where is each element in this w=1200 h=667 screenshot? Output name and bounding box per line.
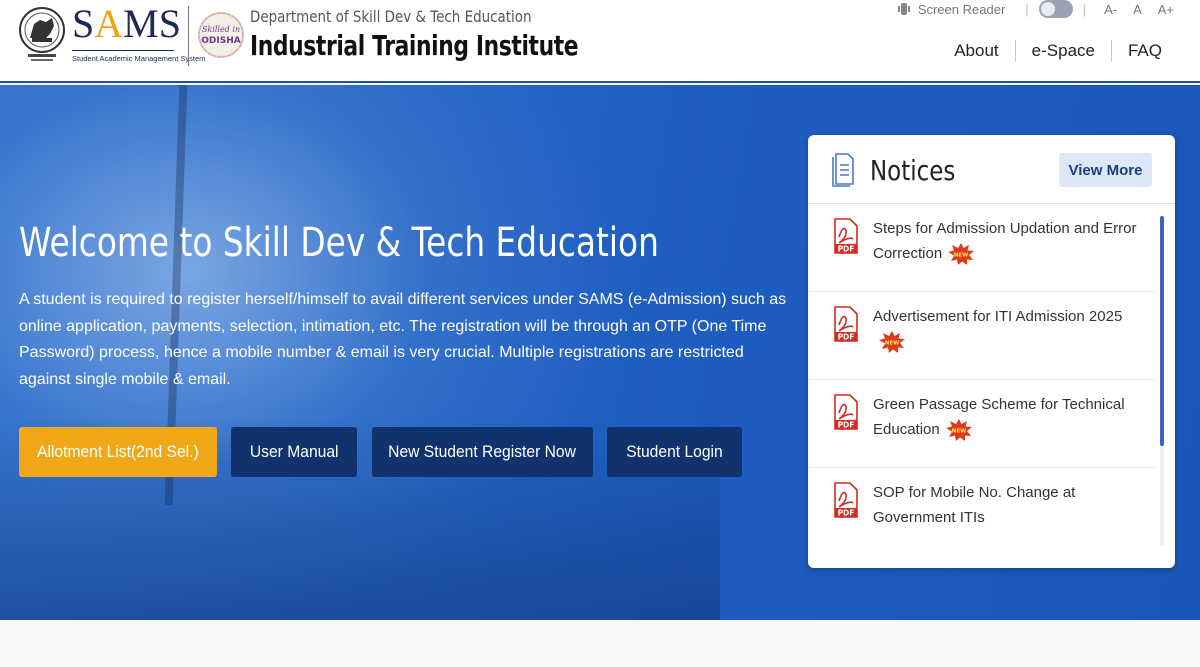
notices-panel: Notices View More PDF Steps for Admissio…: [808, 135, 1175, 568]
screen-reader-icon: [897, 3, 910, 15]
font-normal-button[interactable]: A: [1133, 2, 1142, 17]
new-badge-icon: NEW: [948, 243, 975, 266]
notice-title: Advertisement for ITI Admission 2025: [873, 308, 1123, 325]
svg-text:PDF: PDF: [838, 509, 855, 518]
notice-title: SOP for Mobile No. Change at Government …: [873, 484, 1076, 526]
header-divider: [188, 6, 189, 66]
svg-text:NEW: NEW: [885, 341, 899, 347]
scrollbar-thumb[interactable]: [1160, 216, 1164, 446]
accessibility-bar: Screen Reader | | A- A A+: [897, 0, 1182, 18]
nav-about[interactable]: About: [954, 41, 998, 61]
notice-item[interactable]: PDF Green Passage Scheme for Technical E…: [808, 380, 1158, 468]
svg-text:PDF: PDF: [838, 333, 855, 342]
svg-text:Skilled in: Skilled in: [202, 25, 240, 34]
view-more-button[interactable]: View More: [1059, 153, 1152, 187]
pdf-icon: PDF: [834, 394, 858, 430]
notices-title: Notices: [870, 154, 956, 187]
notice-title: Steps for Admission Updation and Error C…: [873, 220, 1137, 262]
font-decrease-button[interactable]: A-: [1104, 2, 1117, 17]
pdf-icon: PDF: [834, 306, 858, 342]
site-header: SAMS Student Academic Management System …: [0, 0, 1200, 83]
new-badge-icon: NEW: [879, 331, 905, 354]
nav-faq[interactable]: FAQ: [1128, 41, 1162, 61]
institute-name: Industrial Training Institute: [250, 29, 579, 62]
sams-logo: SAMS Student Academic Management System: [72, 1, 206, 63]
user-manual-button[interactable]: User Manual: [231, 427, 357, 477]
allotment-list-button[interactable]: Allotment List(2nd Sel.): [19, 427, 217, 477]
odisha-emblem-icon: [19, 7, 65, 61]
svg-text:PDF: PDF: [838, 245, 855, 254]
notice-item[interactable]: PDF SOP for Mobile No. Change at Governm…: [808, 468, 1158, 556]
font-increase-button[interactable]: A+: [1158, 2, 1174, 17]
main-nav: About e-Space FAQ: [954, 40, 1162, 62]
notice-item[interactable]: PDF Advertisement for ITI Admission 2025…: [808, 292, 1158, 380]
screen-reader-toggle[interactable]: [1038, 0, 1073, 18]
notice-list: PDF Steps for Admission Updation and Err…: [808, 204, 1158, 556]
svg-text:ODISHA: ODISHA: [201, 36, 240, 46]
notices-scrollbar[interactable]: [1160, 216, 1164, 546]
pdf-icon: PDF: [834, 482, 858, 518]
student-login-button[interactable]: Student Login: [607, 427, 742, 477]
hero-title: Welcome to Skill Dev & Tech Education: [19, 220, 659, 266]
document-icon: [832, 153, 854, 187]
department-name: Department of Skill Dev & Tech Education: [250, 7, 532, 26]
skilled-in-odisha-logo: Skilled in ODISHA: [198, 12, 244, 58]
screen-reader-label: Screen Reader: [917, 1, 1006, 17]
page-footer-area: [0, 620, 1200, 667]
svg-text:PDF: PDF: [838, 421, 855, 430]
new-student-register-button[interactable]: New Student Register Now: [372, 427, 593, 477]
pdf-icon: PDF: [834, 218, 858, 254]
notice-item[interactable]: PDF Steps for Admission Updation and Err…: [808, 204, 1158, 292]
notices-header: Notices View More: [808, 135, 1175, 204]
notice-title: Green Passage Scheme for Technical Educa…: [873, 396, 1125, 438]
nav-e-space[interactable]: e-Space: [1032, 41, 1095, 61]
sams-subtitle: Student Academic Management System: [72, 54, 206, 63]
svg-text:NEW: NEW: [954, 253, 968, 259]
hero-description: A student is required to register hersel…: [19, 291, 787, 388]
svg-text:NEW: NEW: [952, 429, 966, 435]
new-badge-icon: NEW: [945, 419, 972, 442]
